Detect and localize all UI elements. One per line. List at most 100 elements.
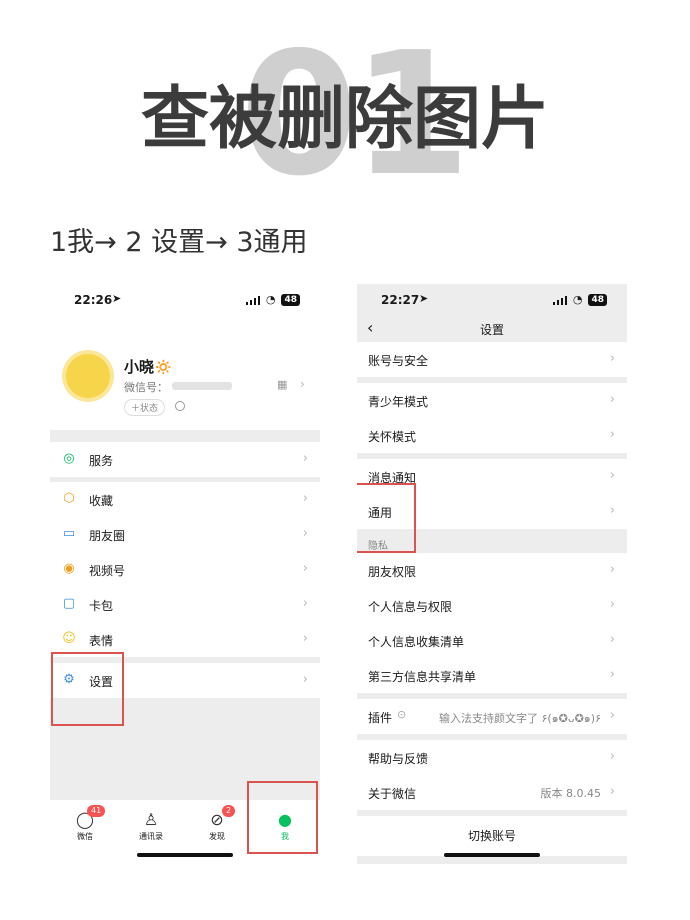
settings-care-mode[interactable]: 关怀模式 › xyxy=(357,418,627,453)
chevron-right-icon: › xyxy=(609,562,615,577)
chevron-right-icon: › xyxy=(300,377,305,391)
tab-label: 通讯录 xyxy=(139,832,163,841)
location-icon: ➤ xyxy=(112,292,122,305)
chevron-right-icon: › xyxy=(609,427,615,442)
settings-info-collection[interactable]: 个人信息收集清单 › xyxy=(357,623,627,658)
wifi-icon: ◔ xyxy=(572,293,583,306)
phone-settings-screen: 22:27 ➤ ◔ 48 ‹ 设置 账号与安全 › 青少年模式 › 关怀模式 ›… xyxy=(357,284,627,864)
battery-icon: 48 xyxy=(281,293,300,306)
menu-label: 表情 xyxy=(89,634,114,648)
switch-account-label: 切换账号 xyxy=(467,829,516,843)
profile-name: 小晓🔅 xyxy=(124,358,173,376)
row-label: 关怀模式 xyxy=(368,430,417,444)
wechat-id-label: 微信号： xyxy=(124,381,168,394)
settings-account-security[interactable]: 账号与安全 › xyxy=(357,342,627,377)
chevron-right-icon: › xyxy=(302,561,308,576)
add-status-button[interactable]: ＋状态 xyxy=(124,399,166,416)
qr-code-icon[interactable]: ▦ xyxy=(277,378,287,391)
menu-label: 视频号 xyxy=(89,564,126,578)
discover-badge: 2 xyxy=(222,805,236,817)
settings-help[interactable]: 帮助与反馈 › xyxy=(357,740,627,775)
status-bar: 22:26 ➤ ◔ 48 xyxy=(50,284,320,318)
chevron-right-icon: › xyxy=(302,491,308,506)
channels-icon: ◉ xyxy=(63,561,75,576)
moments-icon: ▭ xyxy=(62,526,76,541)
tab-label: 发现 xyxy=(209,832,225,841)
favorites-icon: ⬡ xyxy=(63,491,75,506)
menu-label: 朋友圈 xyxy=(89,529,126,543)
menu-item-service[interactable]: ◎ 服务 › xyxy=(50,442,320,477)
settings-third-party[interactable]: 第三方信息共享清单 › xyxy=(357,658,627,693)
chevron-right-icon: › xyxy=(609,784,615,799)
row-label: 青少年模式 xyxy=(368,395,429,409)
row-label: 帮助与反馈 xyxy=(368,752,429,766)
chevron-right-icon: › xyxy=(609,392,615,407)
settings-personal-info[interactable]: 个人信息与权限 › xyxy=(357,588,627,623)
chevron-right-icon: › xyxy=(302,672,308,687)
service-icon: ◎ xyxy=(63,451,75,466)
row-label: 账号与安全 xyxy=(368,354,429,368)
chevron-right-icon: › xyxy=(609,503,615,518)
row-label: 朋友权限 xyxy=(368,565,417,579)
settings-teen-mode[interactable]: 青少年模式 › xyxy=(357,383,627,418)
status-circle-icon[interactable] xyxy=(175,401,185,411)
chevron-right-icon: › xyxy=(609,749,615,764)
highlight-me-tab-box xyxy=(247,781,318,854)
page-title: 查被删除图片 xyxy=(140,80,549,159)
highlight-settings-box xyxy=(51,652,124,726)
chevron-right-icon: › xyxy=(302,631,308,646)
tab-contacts[interactable]: ♙ 通讯录 xyxy=(136,810,166,842)
chevron-right-icon: › xyxy=(302,526,308,541)
chevron-right-icon: › xyxy=(609,468,615,483)
chevron-right-icon: › xyxy=(609,667,615,682)
wechat-id-redacted xyxy=(172,382,232,390)
signal-icon xyxy=(245,295,260,305)
menu-label: 服务 xyxy=(89,454,114,468)
menu-item-cards[interactable]: ▢ 卡包 › xyxy=(50,587,320,622)
wifi-icon: ◔ xyxy=(265,293,276,306)
chevron-right-icon: › xyxy=(609,351,615,366)
plugin-icon: ⊙ xyxy=(397,708,407,721)
menu-item-favorites[interactable]: ⬡ 收藏 › xyxy=(50,482,320,517)
menu-label: 收藏 xyxy=(89,494,114,508)
settings-plugins[interactable]: 插件 ⊙ 输入法支持颜文字了 ۶(๑✪ᴗ✪๑)۶ › xyxy=(357,699,627,734)
steps-caption: 1我→ 2 设置→ 3通用 xyxy=(50,227,308,258)
signal-icon xyxy=(552,295,567,305)
status-bar: 22:27 ➤ ◔ 48 xyxy=(357,284,627,318)
unread-badge: 41 xyxy=(87,805,106,817)
contacts-icon: ♙ xyxy=(143,810,159,829)
home-indicator xyxy=(137,853,233,857)
row-label: 个人信息与权限 xyxy=(368,600,453,614)
chevron-right-icon: › xyxy=(609,708,615,723)
status-time: 22:26 xyxy=(74,293,113,307)
row-value: 输入法支持颜文字了 ۶(๑✪ᴗ✪๑)۶ xyxy=(438,712,601,725)
tab-label: 微信 xyxy=(77,832,93,841)
switch-account-button[interactable]: 切换账号 xyxy=(357,816,627,856)
tab-chats[interactable]: ◯ 微信 41 xyxy=(70,805,106,842)
chevron-right-icon: › xyxy=(302,451,308,466)
row-value: 版本 8.0.45 xyxy=(540,787,601,800)
location-icon: ➤ xyxy=(419,292,429,305)
menu-item-moments[interactable]: ▭ 朋友圈 › xyxy=(50,517,320,552)
highlight-general-box xyxy=(357,483,416,553)
row-label: 个人信息收集清单 xyxy=(368,635,465,649)
avatar[interactable] xyxy=(66,354,110,398)
cards-icon: ▢ xyxy=(62,596,76,611)
row-label: 关于微信 xyxy=(368,787,417,801)
chevron-right-icon: › xyxy=(609,632,615,647)
chevron-right-icon: › xyxy=(302,596,308,611)
menu-label: 卡包 xyxy=(89,599,114,613)
tab-discover[interactable]: ⊘ 发现 2 xyxy=(202,805,236,842)
menu-item-channels[interactable]: ◉ 视频号 › xyxy=(50,552,320,587)
status-time: 22:27 xyxy=(381,293,420,307)
row-label: 第三方信息共享清单 xyxy=(368,670,477,684)
settings-friend-permissions[interactable]: 朋友权限 › xyxy=(357,553,627,588)
stickers-icon: ☺ xyxy=(62,631,76,646)
phone-me-screen: 22:26 ➤ ◔ 48 小晓🔅 微信号： ▦ › ＋状态 ◎ 服务 › ⬡ 收… xyxy=(50,284,320,864)
settings-about[interactable]: 关于微信 版本 8.0.45 › xyxy=(357,775,627,810)
battery-icon: 48 xyxy=(588,293,607,306)
row-label: 插件 xyxy=(368,711,393,725)
chevron-right-icon: › xyxy=(609,597,615,612)
nav-title: 设置 xyxy=(479,323,504,337)
home-indicator xyxy=(444,853,540,857)
